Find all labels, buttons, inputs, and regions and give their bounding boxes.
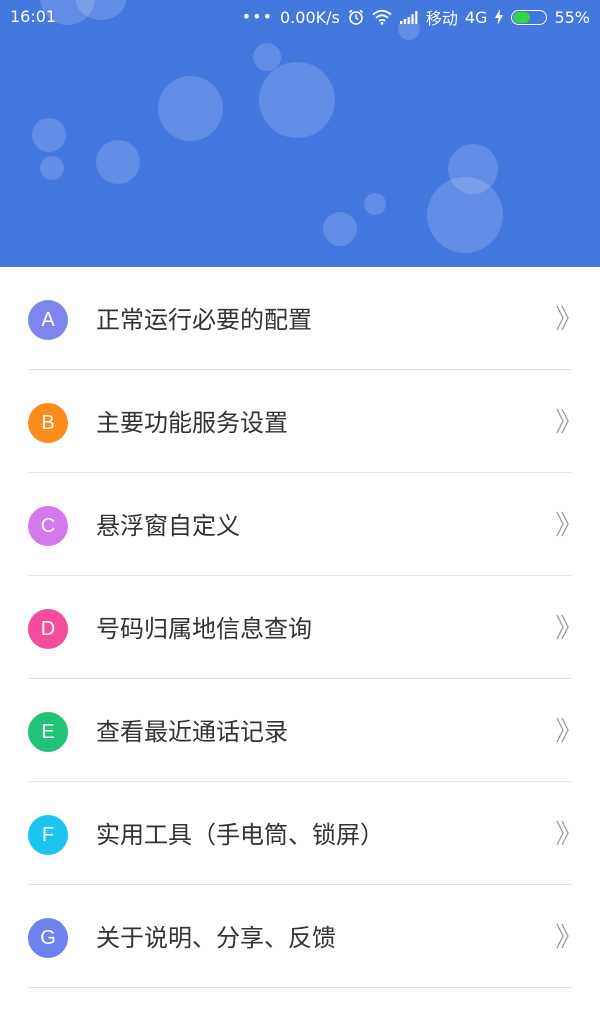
decorative-bubble xyxy=(259,62,335,138)
menu-item-service-settings[interactable]: B 主要功能服务设置 xyxy=(0,370,600,473)
status-icons: ••• 0.00K/s 移动 4G 55% xyxy=(241,6,590,29)
decorative-bubble xyxy=(323,212,357,246)
header-banner: 16:01 ••• 0.00K/s 移动 4G 55% xyxy=(0,0,600,267)
decorative-bubble xyxy=(158,76,223,141)
double-chevron-right-icon xyxy=(556,407,570,439)
badge-d: D xyxy=(28,609,68,649)
double-chevron-right-icon xyxy=(556,922,570,954)
charging-icon xyxy=(494,9,504,25)
menu-item-label: 悬浮窗自定义 xyxy=(96,512,240,540)
menu-item-label: 查看最近通话记录 xyxy=(96,718,288,746)
double-chevron-right-icon xyxy=(556,304,570,336)
badge-e: E xyxy=(28,712,68,752)
menu-item-floating-window[interactable]: C 悬浮窗自定义 xyxy=(0,473,600,576)
carrier-name: 移动 xyxy=(425,9,458,28)
network-speed: 0.00K/s xyxy=(280,7,340,27)
double-chevron-right-icon xyxy=(556,819,570,851)
more-dots-icon: ••• xyxy=(241,7,273,26)
badge-a: A xyxy=(28,300,68,340)
decorative-bubble xyxy=(32,118,66,152)
signal-icon xyxy=(399,10,419,24)
decorative-bubble xyxy=(427,177,503,253)
badge-c: C xyxy=(28,506,68,546)
menu-item-label: 号码归属地信息查询 xyxy=(96,615,312,643)
battery-icon xyxy=(511,9,548,25)
double-chevron-right-icon xyxy=(556,716,570,748)
menu-item-tools[interactable]: F 实用工具（手电筒、锁屏） xyxy=(0,782,600,885)
alarm-icon xyxy=(347,8,365,26)
double-chevron-right-icon xyxy=(556,510,570,542)
main-menu: A 正常运行必要的配置 B 主要功能服务设置 C 悬浮窗自定义 D 号码归属地信… xyxy=(0,267,600,988)
badge-g: G xyxy=(28,918,68,958)
menu-item-label: 实用工具（手电筒、锁屏） xyxy=(96,821,384,849)
network-type: 4G xyxy=(464,7,488,27)
battery-percent: 55% xyxy=(554,7,590,27)
menu-item-required-config[interactable]: A 正常运行必要的配置 xyxy=(0,267,600,370)
badge-f: F xyxy=(28,815,68,855)
menu-item-label: 正常运行必要的配置 xyxy=(96,306,312,334)
menu-item-recent-calls[interactable]: E 查看最近通话记录 xyxy=(0,679,600,782)
wifi-icon xyxy=(372,9,392,25)
double-chevron-right-icon xyxy=(556,613,570,645)
menu-item-label: 关于说明、分享、反馈 xyxy=(96,924,336,952)
menu-item-number-lookup[interactable]: D 号码归属地信息查询 xyxy=(0,576,600,679)
decorative-bubble xyxy=(364,193,386,215)
menu-item-about[interactable]: G 关于说明、分享、反馈 xyxy=(0,885,600,988)
status-time: 16:01 xyxy=(10,7,57,26)
decorative-bubble xyxy=(96,140,140,184)
badge-b: B xyxy=(28,403,68,443)
menu-item-label: 主要功能服务设置 xyxy=(96,409,288,437)
status-bar: 16:01 ••• 0.00K/s 移动 4G 55% xyxy=(0,0,600,34)
decorative-bubble xyxy=(40,156,64,180)
